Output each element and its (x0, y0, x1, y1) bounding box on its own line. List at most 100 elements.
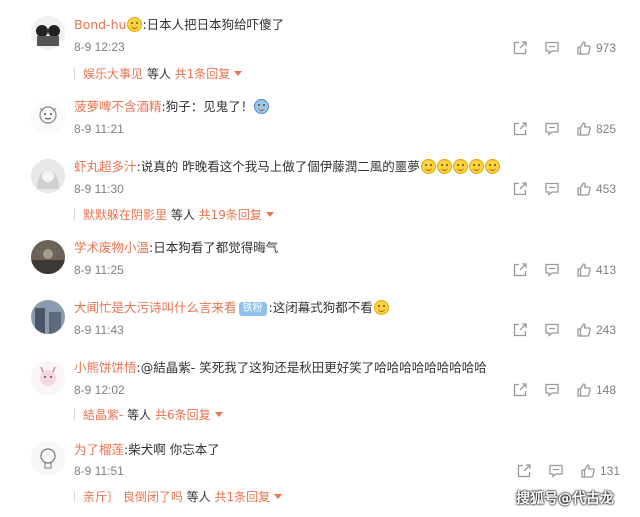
watermark: 搜狐号@代古龙 (516, 491, 614, 507)
username-link[interactable]: 菠萝啤不含酒精 (74, 99, 162, 114)
emoji-icon (373, 300, 389, 315)
reply-count[interactable]: 共19条回复 (199, 208, 262, 222)
reply-username[interactable]: 結晶紫- (83, 408, 123, 422)
comment-text: :日本狗看了都觉得晦气 (149, 240, 279, 255)
share-button[interactable] (516, 462, 532, 480)
like-count: 973 (596, 41, 617, 55)
comment-button[interactable] (544, 180, 560, 198)
avatar[interactable] (31, 300, 65, 334)
avatar[interactable] (31, 16, 65, 50)
emoji-icon (452, 159, 468, 174)
username-link[interactable]: 小熊饼饼悟 (74, 360, 137, 375)
reply-summary[interactable]: 娱乐大事见 等人 共1条回复 (74, 66, 243, 82)
action-bar: 148 (512, 381, 622, 399)
comment-text: :这闭幕式狗都不看 (268, 300, 373, 315)
comment-icon (545, 323, 559, 337)
comment-text: :说真的 昨晚看这个我马上做了個伊藤潤二風的噩夢 (136, 159, 420, 174)
emoji-icon (436, 159, 452, 174)
reply-connector: 等人 (123, 408, 155, 422)
username-link[interactable]: 大闻忙是大污诗叫什么言来看 (74, 300, 237, 315)
divider (74, 68, 75, 79)
share-icon (517, 464, 531, 478)
like-icon (581, 464, 595, 478)
like-icon (577, 263, 591, 277)
comment-line: 虾丸超多汁:说真的 昨晚看这个我马上做了個伊藤潤二風的噩夢 (74, 159, 500, 175)
comment-button[interactable] (544, 381, 560, 399)
like-button[interactable]: 453 (576, 180, 616, 198)
like-button[interactable]: 413 (576, 261, 616, 279)
comment-icon (549, 464, 563, 478)
reply-summary[interactable]: 結晶紫- 等人 共6条回复 (74, 407, 223, 423)
comment-line: Bond-hu:日本人把日本狗给吓傻了 (74, 17, 284, 33)
reply-summary[interactable]: 默默躲在阴影里 等人 共19条回复 (74, 207, 274, 223)
reply-username[interactable]: 默默躲在阴影里 (83, 208, 167, 222)
reply-username[interactable]: 亲斤〕 良倒闭了吗 (83, 490, 183, 504)
like-button[interactable]: 243 (576, 321, 616, 339)
like-button[interactable]: 973 (576, 39, 616, 57)
like-count: 148 (596, 383, 617, 397)
share-icon (513, 41, 527, 55)
divider (74, 409, 75, 420)
caret-down-icon (214, 412, 223, 417)
like-icon (577, 383, 591, 397)
username-link[interactable]: 学术废物小温 (74, 240, 149, 255)
share-icon (513, 323, 527, 337)
avatar[interactable] (31, 361, 65, 395)
comment-icon (545, 383, 559, 397)
comment-icon (545, 263, 559, 277)
avatar[interactable] (31, 441, 65, 475)
like-icon (577, 182, 591, 196)
comment-time: 8-9 11:43 (74, 323, 124, 337)
comment-icon (545, 122, 559, 136)
caret-down-icon (274, 494, 283, 499)
comment-button[interactable] (544, 261, 560, 279)
like-icon (577, 122, 591, 136)
avatar[interactable] (31, 159, 65, 193)
action-bar: 453 (512, 180, 622, 198)
comment-line: 菠萝啤不含酒精:狗子：见鬼了！ (74, 99, 270, 115)
like-count: 453 (596, 182, 617, 196)
share-button[interactable] (512, 180, 528, 198)
caret-down-icon (265, 212, 274, 217)
share-button[interactable] (512, 39, 528, 57)
avatar[interactable] (31, 100, 65, 134)
like-button[interactable]: 131 (580, 462, 620, 480)
like-button[interactable]: 825 (576, 120, 616, 138)
like-icon (577, 323, 591, 337)
share-button[interactable] (512, 321, 528, 339)
share-button[interactable] (512, 120, 528, 138)
share-icon (513, 383, 527, 397)
emoji-icon (420, 159, 436, 174)
comment-button[interactable] (544, 120, 560, 138)
like-icon (577, 41, 591, 55)
action-bar: 131 (512, 462, 622, 480)
share-button[interactable] (512, 381, 528, 399)
comment-time: 8-9 11:51 (74, 464, 124, 478)
action-bar: 973 (512, 39, 622, 57)
comment-time: 8-9 11:21 (74, 122, 124, 136)
comment-icon (545, 182, 559, 196)
comment-button[interactable] (544, 321, 560, 339)
reply-connector: 等人 (143, 67, 175, 81)
share-button[interactable] (512, 261, 528, 279)
emoji-icon (484, 159, 500, 174)
like-count: 243 (596, 323, 617, 337)
like-button[interactable]: 148 (576, 381, 616, 399)
comment-button[interactable] (548, 462, 564, 480)
reply-count[interactable]: 共1条回复 (214, 490, 270, 504)
reply-count[interactable]: 共6条回复 (155, 408, 211, 422)
comment-button[interactable] (544, 39, 560, 57)
emoji-icon (127, 17, 143, 32)
reply-summary[interactable]: 亲斤〕 良倒闭了吗 等人 共1条回复 (74, 489, 283, 505)
comment-text: :柴犬啊 你忘本了 (124, 442, 220, 457)
avatar[interactable] (31, 240, 65, 274)
username-link[interactable]: 虾丸超多汁 (74, 159, 137, 174)
reply-count[interactable]: 共1条回复 (175, 67, 231, 81)
username-link[interactable]: 为了榴莲 (74, 442, 124, 457)
like-count: 413 (596, 263, 617, 277)
divider (74, 491, 75, 502)
like-count: 825 (596, 122, 617, 136)
reply-username[interactable]: 娱乐大事见 (83, 67, 143, 81)
username-link[interactable]: Bond-hu (74, 17, 126, 32)
comment-line: 学术废物小温:日本狗看了都觉得晦气 (74, 240, 278, 256)
